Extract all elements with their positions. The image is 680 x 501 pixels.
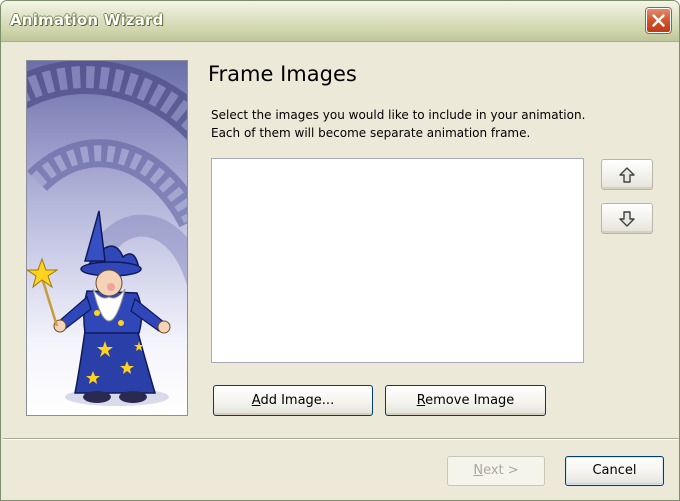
description-line: Each of them will become separate animat… (211, 126, 531, 140)
remove-image-accelerator: R (416, 393, 426, 408)
next-accelerator: N (473, 463, 484, 478)
animation-wizard-window: Animation Wizard Frame Images Select the… (0, 0, 680, 501)
cancel-label: Cancel (592, 463, 637, 478)
move-up-button[interactable] (601, 159, 653, 190)
window-title: Animation Wizard (10, 11, 164, 29)
down-arrow-icon (619, 211, 635, 227)
add-image-label: dd Image... (260, 393, 335, 408)
next-label: ext > (483, 463, 519, 478)
move-down-button[interactable] (601, 203, 653, 234)
footer-divider (3, 438, 679, 440)
title-bar[interactable]: Animation Wizard (1, 1, 679, 42)
remove-image-label: emove Image (425, 393, 515, 408)
add-image-button[interactable]: Add Image... (213, 385, 373, 416)
next-button[interactable]: Next > (447, 456, 545, 486)
remove-image-button[interactable]: Remove Image (385, 385, 546, 416)
cancel-button[interactable]: Cancel (565, 456, 664, 486)
close-button[interactable] (646, 8, 671, 33)
frame-images-list[interactable] (211, 158, 584, 363)
wizard-banner-image (26, 60, 188, 416)
description-line: Select the images you would like to incl… (211, 108, 586, 122)
page-heading: Frame Images (208, 62, 357, 86)
close-icon (652, 14, 665, 27)
page-description: Select the images you would like to incl… (211, 106, 611, 142)
up-arrow-icon (619, 167, 635, 183)
